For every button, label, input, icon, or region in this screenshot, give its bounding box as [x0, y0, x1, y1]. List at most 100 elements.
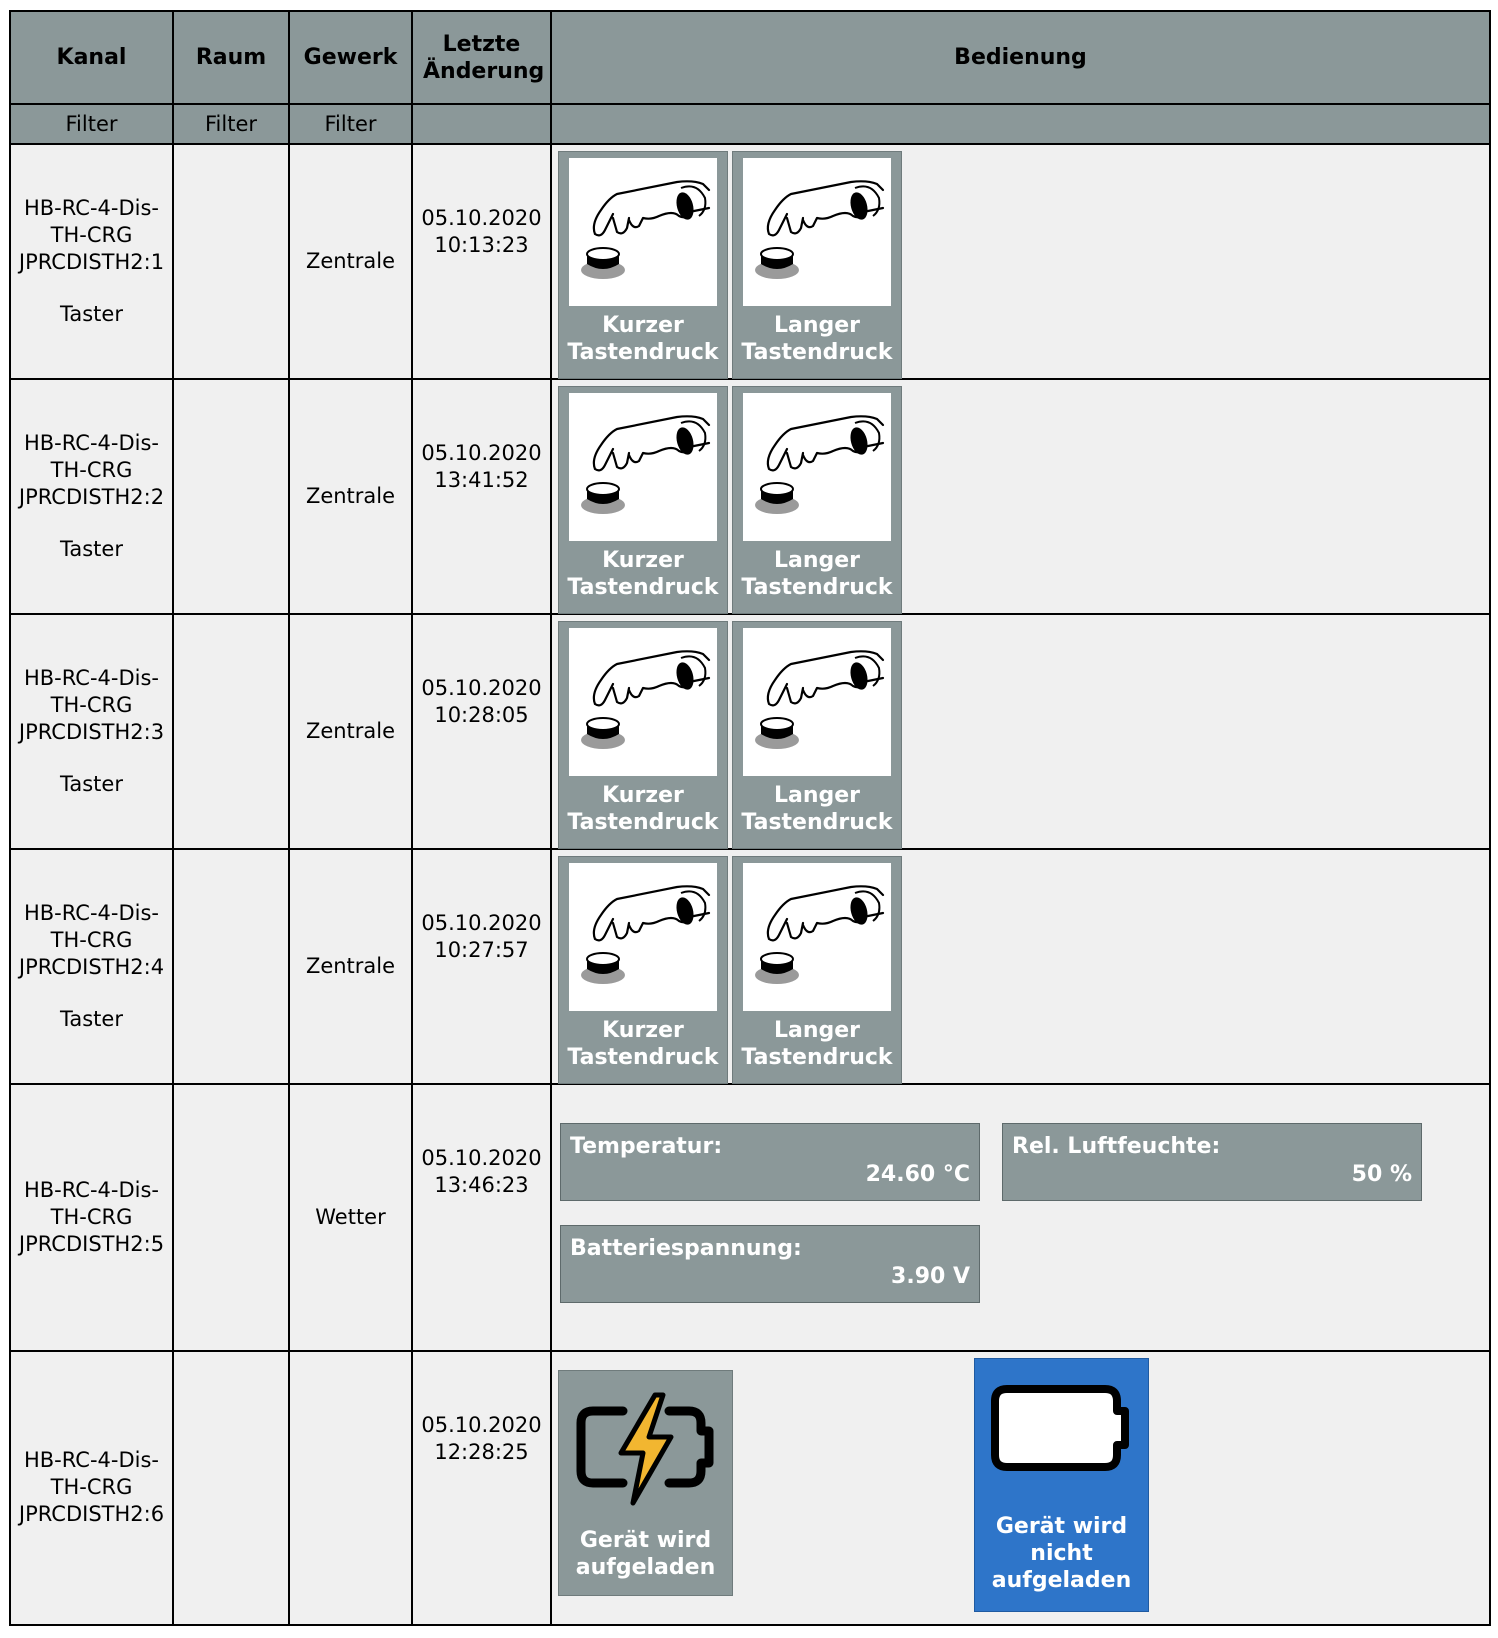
- temperature-value: 24.60 °C: [865, 1161, 970, 1187]
- humidity-readout: Rel. Luftfeuchte: 50 %: [1002, 1122, 1422, 1201]
- charging-label: Gerät wird aufgeladen: [575, 1527, 716, 1580]
- last-change-date: 05.10.2020: [421, 205, 542, 230]
- last-change-cell: 05.10.2020 10:27:57: [411, 847, 552, 1085]
- last-change-time: 10:27:57: [434, 937, 529, 962]
- header-raum[interactable]: Raum: [172, 9, 290, 106]
- not-charging-button[interactable]: Gerät wird nicht aufgeladen: [974, 1357, 1149, 1612]
- channel-name-cell[interactable]: HB-RC-4-Dis-TH-CRG JPRCDISTH2:1 Taster: [9, 142, 174, 380]
- function-cell: Zentrale: [288, 142, 413, 380]
- header-bedienung: Bedienung: [550, 9, 1491, 106]
- long-press-label: Langer Tastendruck: [741, 1017, 893, 1070]
- channel-type: Taster: [60, 771, 123, 796]
- table-row: HB-RC-4-Dis-TH-CRG JPRCDISTH2:2 Taster Z…: [9, 377, 1491, 615]
- operation-cell: Temperatur: 24.60 °C Rel. Luftfeuchte: 5…: [550, 1082, 1491, 1352]
- channel-name-cell[interactable]: HB-RC-4-Dis-TH-CRG JPRCDISTH2:2 Taster: [9, 377, 174, 615]
- channel-name-cell[interactable]: HB-RC-4-Dis-TH-CRG JPRCDISTH2:3 Taster: [9, 612, 174, 850]
- last-change-cell: 05.10.2020 13:46:23: [411, 1082, 552, 1352]
- filter-gewerk-button[interactable]: Filter: [288, 103, 413, 145]
- short-press-button[interactable]: Kurzer Tastendruck: [558, 620, 728, 849]
- short-press-button[interactable]: Kurzer Tastendruck: [558, 385, 728, 614]
- room-cell: [172, 377, 290, 615]
- last-change-cell: 05.10.2020 10:13:23: [411, 142, 552, 380]
- function-cell: Zentrale: [288, 847, 413, 1085]
- long-press-label: Langer Tastendruck: [741, 547, 893, 600]
- last-change-cell: 05.10.2020 12:28:25: [411, 1349, 552, 1627]
- operation-cell: Gerät wird aufgeladen Gerät wird nicht a…: [550, 1349, 1491, 1627]
- table-row: HB-RC-4-Dis-TH-CRG JPRCDISTH2:4 Taster Z…: [9, 847, 1491, 1085]
- temperature-label: Temperatur:: [570, 1133, 723, 1159]
- last-change-cell: 05.10.2020 13:41:52: [411, 377, 552, 615]
- channel-name: HB-RC-4-Dis-TH-CRG JPRCDISTH2:3: [18, 665, 165, 744]
- function-cell: Zentrale: [288, 612, 413, 850]
- filter-empty-cell: [411, 103, 552, 145]
- battery-empty-icon: [991, 1384, 1129, 1471]
- channel-name-cell[interactable]: HB-RC-4-Dis-TH-CRG JPRCDISTH2:5: [9, 1082, 174, 1352]
- last-change-date: 05.10.2020: [421, 440, 542, 465]
- filter-kanal-button[interactable]: Filter: [9, 103, 174, 145]
- last-change-time: 10:13:23: [434, 232, 529, 257]
- finger-press-button-icon: [569, 862, 717, 1011]
- header-letzte-aenderung: Letzte Änderung: [411, 9, 552, 106]
- long-press-button[interactable]: Langer Tastendruck: [732, 855, 902, 1084]
- header-gewerk[interactable]: Gewerk: [288, 9, 413, 106]
- temperature-readout: Temperatur: 24.60 °C: [560, 1122, 980, 1201]
- room-cell: [172, 847, 290, 1085]
- last-change-time: 13:46:23: [434, 1172, 529, 1197]
- charging-button[interactable]: Gerät wird aufgeladen: [558, 1369, 733, 1596]
- function-cell: [288, 1349, 413, 1627]
- function-cell: Wetter: [288, 1082, 413, 1352]
- long-press-button[interactable]: Langer Tastendruck: [732, 385, 902, 614]
- filter-empty-cell: [550, 103, 1491, 145]
- last-change-time: 13:41:52: [434, 467, 529, 492]
- last-change-cell: 05.10.2020 10:28:05: [411, 612, 552, 850]
- table-row: HB-RC-4-Dis-TH-CRG JPRCDISTH2:5 Wetter 0…: [9, 1082, 1491, 1352]
- channel-type: Taster: [60, 1006, 123, 1031]
- last-change-time: 10:28:05: [434, 702, 529, 727]
- short-press-button[interactable]: Kurzer Tastendruck: [558, 150, 728, 379]
- room-cell: [172, 1082, 290, 1352]
- short-press-button[interactable]: Kurzer Tastendruck: [558, 855, 728, 1084]
- finger-press-button-icon: [743, 157, 891, 306]
- channel-name: HB-RC-4-Dis-TH-CRG JPRCDISTH2:2: [18, 430, 165, 509]
- header-kanal[interactable]: Kanal: [9, 9, 174, 106]
- filter-raum-button[interactable]: Filter: [172, 103, 290, 145]
- table-row: HB-RC-4-Dis-TH-CRG JPRCDISTH2:6 05.10.20…: [9, 1349, 1491, 1627]
- table-row: HB-RC-4-Dis-TH-CRG JPRCDISTH2:1 Taster Z…: [9, 142, 1491, 380]
- room-cell: [172, 1349, 290, 1627]
- last-change-date: 05.10.2020: [421, 910, 542, 935]
- channel-table: Kanal Raum Gewerk Letzte Änderung Bedien…: [9, 9, 1491, 1627]
- battery-voltage-readout: Batteriespannung: 3.90 V: [560, 1224, 980, 1303]
- channel-name-cell[interactable]: HB-RC-4-Dis-TH-CRG JPRCDISTH2:4 Taster: [9, 847, 174, 1085]
- room-cell: [172, 142, 290, 380]
- finger-press-button-icon: [743, 862, 891, 1011]
- long-press-button[interactable]: Langer Tastendruck: [732, 620, 902, 849]
- finger-press-button-icon: [569, 392, 717, 541]
- battery-charging-icon: [576, 1392, 714, 1506]
- last-change-time: 12:28:25: [434, 1439, 529, 1464]
- humidity-label: Rel. Luftfeuchte:: [1012, 1133, 1221, 1159]
- battery-voltage-label: Batteriespannung:: [570, 1235, 802, 1261]
- operation-cell: Kurzer Tastendruck Langer Tastendruck: [550, 377, 1491, 615]
- channel-type: Taster: [60, 536, 123, 561]
- channel-name: HB-RC-4-Dis-TH-CRG JPRCDISTH2:4: [18, 900, 165, 979]
- channel-type: Taster: [60, 301, 123, 326]
- channel-name: HB-RC-4-Dis-TH-CRG JPRCDISTH2:6: [18, 1448, 165, 1527]
- short-press-label: Kurzer Tastendruck: [567, 1017, 719, 1070]
- long-press-label: Langer Tastendruck: [741, 782, 893, 835]
- channel-name: HB-RC-4-Dis-TH-CRG JPRCDISTH2:1: [18, 195, 165, 274]
- finger-press-button-icon: [569, 627, 717, 776]
- room-cell: [172, 612, 290, 850]
- table-row: HB-RC-4-Dis-TH-CRG JPRCDISTH2:3 Taster Z…: [9, 612, 1491, 850]
- operation-cell: Kurzer Tastendruck Langer Tastendruck: [550, 142, 1491, 380]
- long-press-label: Langer Tastendruck: [741, 312, 893, 365]
- battery-voltage-value: 3.90 V: [891, 1263, 970, 1289]
- not-charging-label: Gerät wird nicht aufgeladen: [991, 1513, 1132, 1593]
- short-press-label: Kurzer Tastendruck: [567, 312, 719, 365]
- finger-press-button-icon: [743, 627, 891, 776]
- long-press-button[interactable]: Langer Tastendruck: [732, 150, 902, 379]
- finger-press-button-icon: [743, 392, 891, 541]
- last-change-date: 05.10.2020: [421, 1412, 542, 1437]
- last-change-date: 05.10.2020: [421, 675, 542, 700]
- channel-name-cell[interactable]: HB-RC-4-Dis-TH-CRG JPRCDISTH2:6: [9, 1349, 174, 1627]
- humidity-value: 50 %: [1351, 1161, 1412, 1187]
